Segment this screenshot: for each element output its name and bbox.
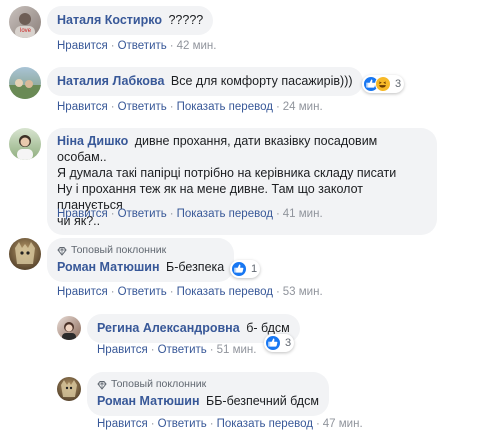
reaction-count: 1	[251, 263, 258, 275]
comment-author[interactable]: Наталя Костирко	[57, 13, 162, 27]
comment-bubble: Топовый поклонник Роман Матюшин Б-безпек…	[47, 238, 235, 282]
separator: ·	[169, 208, 174, 220]
reply-link[interactable]: Ответить	[118, 208, 167, 220]
profile-photo-icon	[17, 135, 33, 160]
separator: ·	[209, 344, 214, 356]
timestamp[interactable]: 41 мин.	[283, 208, 323, 220]
comment-actions: Нравится · Ответить · 42 мин.	[57, 40, 216, 52]
separator: ·	[275, 208, 280, 220]
show-translation-link[interactable]: Показать перевод	[217, 418, 313, 430]
reactions-summary[interactable]: 3	[264, 334, 295, 352]
separator: ·	[315, 418, 320, 430]
reply-link[interactable]: Ответить	[118, 286, 167, 298]
avatar[interactable]	[9, 238, 41, 270]
reactions-summary[interactable]: 3	[362, 75, 405, 93]
reply-link[interactable]: Ответить	[158, 344, 207, 356]
svg-text:love: love	[20, 28, 32, 34]
separator: ·	[275, 101, 280, 113]
comment-text: ББ-безпечний бдсм	[206, 394, 319, 408]
comment-text: ?????	[168, 13, 204, 27]
separator: ·	[110, 286, 115, 298]
separator: ·	[110, 208, 115, 220]
comment-bubble: Топовый поклонник Роман Матюшин ББ-безпе…	[87, 372, 329, 416]
reply-link[interactable]: Ответить	[118, 101, 167, 113]
comment-text-line: Я думала такі папірці потрібно на керівн…	[57, 166, 397, 180]
diamond-icon	[57, 246, 67, 256]
profile-photo-icon: love	[15, 13, 35, 38]
like-reaction-icon	[231, 261, 247, 277]
comment-text: б- бдсм	[246, 321, 290, 335]
diamond-icon	[97, 380, 107, 390]
like-link[interactable]: Нравится	[57, 208, 108, 220]
comment-line: Ніна Дишко дивне прохання, дати вказівку…	[57, 133, 427, 165]
comment-author[interactable]: Роман Матюшин	[97, 394, 200, 408]
avatar[interactable]: love	[9, 6, 41, 38]
reactions-summary[interactable]: 1	[230, 260, 261, 278]
reaction-count: 3	[285, 337, 292, 349]
profile-photo-icon	[61, 380, 77, 397]
avatar[interactable]	[57, 377, 81, 401]
comment-author[interactable]: Наталия Лабкова	[57, 74, 164, 88]
like-link[interactable]: Нравится	[97, 344, 148, 356]
separator: ·	[110, 40, 115, 52]
reaction-count: 3	[395, 78, 402, 90]
like-link[interactable]: Нравится	[57, 286, 108, 298]
comment-bubble: Наталя Костирко ?????	[47, 6, 214, 35]
timestamp[interactable]: 51 мин.	[217, 344, 257, 356]
comment-author[interactable]: Ніна Дишко	[57, 134, 128, 148]
like-reaction-icon	[265, 335, 281, 351]
comment-text: Все для комфорту пасажирів)))	[170, 74, 353, 88]
like-link[interactable]: Нравится	[57, 40, 108, 52]
comment-actions: Нравится · Ответить · Показать перевод · 53 ми…	[57, 286, 323, 298]
separator: ·	[110, 101, 115, 113]
profile-photo-icon	[62, 322, 76, 340]
haha-reaction-icon	[375, 76, 391, 92]
comment-author[interactable]: Регина Александровна	[97, 321, 240, 335]
separator: ·	[150, 344, 155, 356]
avatar[interactable]	[9, 67, 41, 99]
separator: ·	[169, 101, 174, 113]
reply-link[interactable]: Ответить	[118, 40, 167, 52]
avatar[interactable]	[9, 128, 41, 160]
profile-photo-icon	[9, 79, 41, 99]
like-link[interactable]: Нравится	[57, 101, 108, 113]
top-fan-badge: Топовый поклонник	[57, 244, 224, 257]
top-fan-badge: Топовый поклонник	[97, 378, 319, 391]
comment-actions: Нравится · Ответить · Показать перевод · 41 ми…	[57, 208, 323, 220]
comment-text: Б-безпека	[166, 260, 225, 274]
timestamp[interactable]: 24 мин.	[283, 101, 323, 113]
separator: ·	[209, 418, 214, 430]
badge-label: Топовый поклонник	[111, 378, 207, 390]
timestamp[interactable]: 47 мин.	[323, 418, 363, 430]
reply-link[interactable]: Ответить	[158, 418, 207, 430]
timestamp[interactable]: 42 мин.	[177, 40, 217, 52]
comment-actions: Нравится · Ответить · Показать перевод · 47 ми…	[97, 418, 363, 430]
separator: ·	[169, 40, 174, 52]
show-translation-link[interactable]: Показать перевод	[177, 286, 273, 298]
avatar[interactable]	[57, 316, 81, 340]
comment-bubble: Наталия Лабкова Все для комфорту пасажир…	[47, 67, 363, 96]
timestamp[interactable]: 53 мин.	[283, 286, 323, 298]
like-link[interactable]: Нравится	[97, 418, 148, 430]
separator: ·	[275, 286, 280, 298]
comment-actions: Нравится · Ответить · 51 мин.	[97, 344, 256, 356]
separator: ·	[169, 286, 174, 298]
show-translation-link[interactable]: Показать перевод	[177, 208, 273, 220]
profile-photo-icon	[15, 242, 35, 264]
comment-author[interactable]: Роман Матюшин	[57, 260, 160, 274]
badge-label: Топовый поклонник	[71, 244, 167, 256]
separator: ·	[150, 418, 155, 430]
comment-actions: Нравится · Ответить · Показать перевод · 24 ми…	[57, 101, 323, 113]
show-translation-link[interactable]: Показать перевод	[177, 101, 273, 113]
